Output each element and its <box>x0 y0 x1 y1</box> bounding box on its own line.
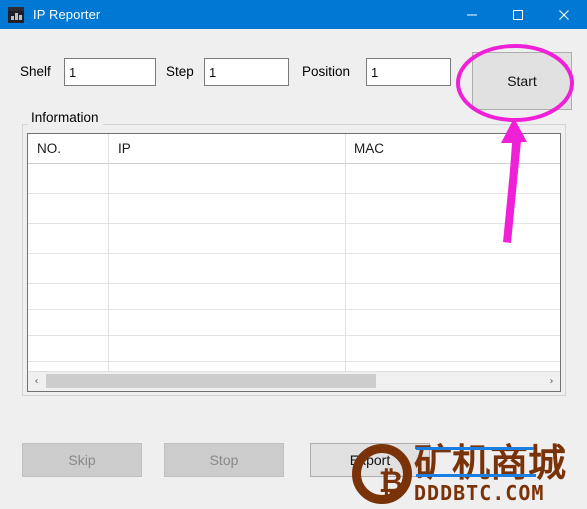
column-divider-2 <box>345 134 346 372</box>
window-controls <box>449 0 587 29</box>
information-table[interactable]: NO. IP MAC ‹ › <box>27 133 561 392</box>
column-header-mac[interactable]: MAC <box>354 141 384 156</box>
minimize-button[interactable] <box>449 0 495 29</box>
column-header-no[interactable]: NO. <box>37 141 61 156</box>
close-button[interactable] <box>541 0 587 29</box>
position-input[interactable] <box>366 58 451 86</box>
watermark-accent-top <box>416 447 534 450</box>
scroll-left-icon[interactable]: ‹ <box>28 372 45 390</box>
step-label: Step <box>166 64 194 79</box>
information-table-body: NO. IP MAC <box>28 134 560 372</box>
maximize-button[interactable] <box>495 0 541 29</box>
shelf-label: Shelf <box>20 64 51 79</box>
watermark-brand-cn: 矿机商城 <box>414 441 567 485</box>
column-header-ip[interactable]: IP <box>118 141 131 156</box>
stop-button[interactable]: Stop <box>164 443 284 477</box>
app-icon <box>8 6 24 23</box>
scrollbar-thumb[interactable] <box>46 374 376 388</box>
window-titlebar: IP Reporter <box>0 0 587 29</box>
column-divider-1 <box>108 134 109 372</box>
skip-button[interactable]: Skip <box>22 443 142 477</box>
horizontal-scrollbar[interactable]: ‹ › <box>28 371 560 391</box>
shelf-input[interactable] <box>64 58 156 86</box>
export-button[interactable]: Export <box>310 443 430 477</box>
scroll-right-icon[interactable]: › <box>543 372 560 390</box>
window-title: IP Reporter <box>33 7 101 22</box>
watermark-site: DDDBTC.COM <box>414 481 545 505</box>
position-label: Position <box>302 64 351 79</box>
information-legend: Information <box>28 110 103 125</box>
start-button[interactable]: Start <box>472 52 572 110</box>
step-input[interactable] <box>204 58 289 86</box>
watermark-accent-bottom <box>416 474 536 477</box>
